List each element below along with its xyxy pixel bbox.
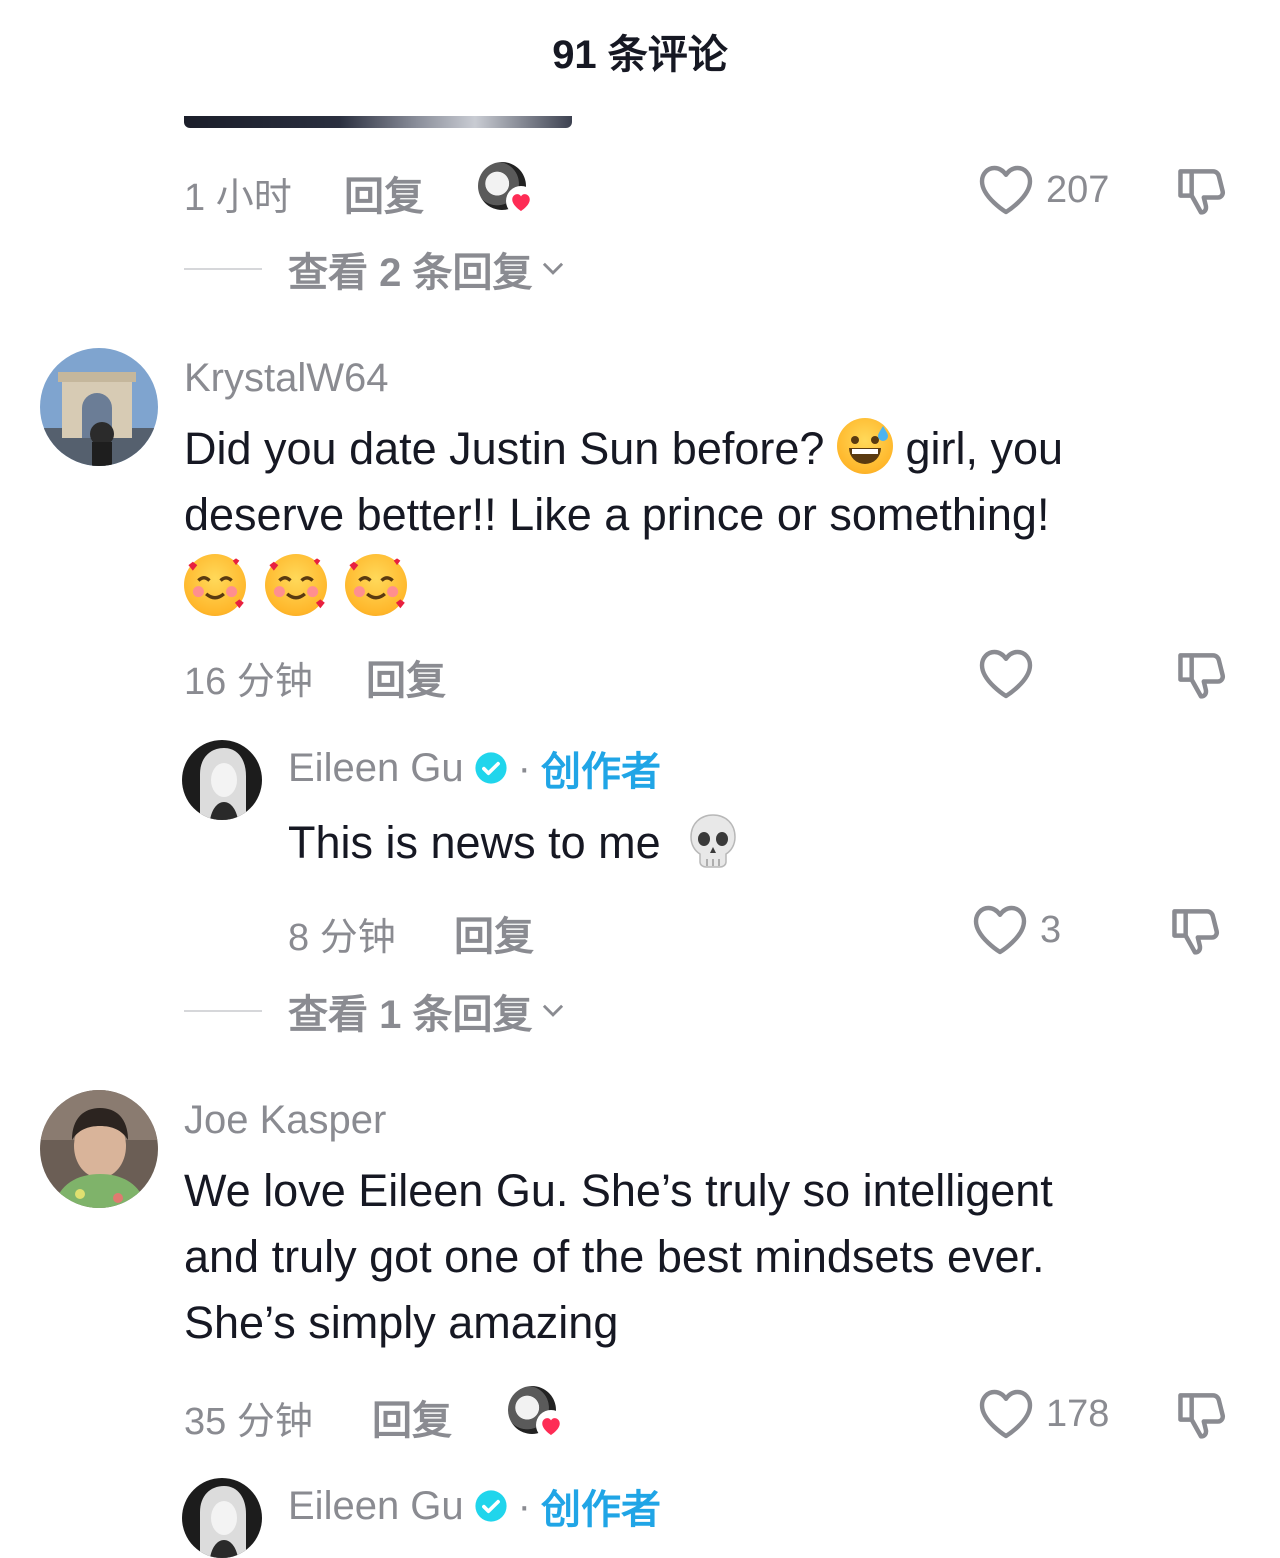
comment-meta: 16 分钟 回复 <box>0 644 1280 704</box>
reply-time: 8 分钟 <box>288 917 396 959</box>
comment-username[interactable]: KrystalW64 <box>184 356 389 401</box>
like-count: 207 <box>1046 168 1110 211</box>
reply-username[interactable]: Eileen Gu <box>288 746 464 791</box>
avatar[interactable] <box>40 1090 158 1208</box>
thumbs-down-icon[interactable] <box>1166 902 1224 958</box>
comment-text-line: girl, you <box>905 423 1064 474</box>
comments-panel: 91 条评论 1 小时 回复 207 查看 2 条回复 KrystalW64 D… <box>0 0 1280 1558</box>
verified-badge-icon <box>475 1490 507 1522</box>
avatar[interactable] <box>182 740 262 820</box>
top-comment-meta: 1 小时 回复 207 <box>0 160 1280 220</box>
comment-text: Did you date Justin Sun before? girl, yo… <box>184 416 1244 624</box>
comment-text-line: and truly got one of the best mindsets e… <box>184 1231 1045 1282</box>
reply-button[interactable]: 回复 <box>344 164 424 222</box>
thumbs-down-icon[interactable] <box>1172 1386 1230 1442</box>
reply-text-line: This is news to me <box>288 817 661 868</box>
heart-outline-icon <box>979 165 1033 215</box>
comment-text: We love Eileen Gu. She’s truly so intell… <box>184 1158 1244 1356</box>
thumbs-down-icon[interactable] <box>1172 162 1230 218</box>
heart-filled-icon <box>536 1410 566 1440</box>
avatar[interactable] <box>182 1478 262 1558</box>
avatar-image <box>182 1478 262 1558</box>
verified-badge-icon <box>475 752 507 784</box>
view-replies-button[interactable]: 查看 1 条回复 <box>184 986 566 1037</box>
avatar-image <box>40 348 158 466</box>
like-button[interactable] <box>978 644 1046 704</box>
reply-button[interactable]: 回复 <box>366 648 446 706</box>
grinning-sweat-emoji-icon <box>836 418 893 474</box>
creator-liked-avatar <box>478 162 536 216</box>
avatar-image <box>40 1090 158 1208</box>
like-button[interactable]: 178 <box>978 1384 1109 1444</box>
thumbs-down-icon[interactable] <box>1172 646 1230 702</box>
heart-outline-icon <box>973 905 1027 955</box>
divider <box>184 1010 262 1012</box>
media-preview-strip[interactable] <box>184 116 572 128</box>
smiling-hearts-emoji-icon <box>184 554 246 616</box>
reply-button[interactable]: 回复 <box>454 904 534 962</box>
view-replies-button[interactable]: 查看 2 条回复 <box>184 244 566 295</box>
comment-meta: 35 分钟 回复 178 <box>0 1384 1280 1444</box>
avatar[interactable] <box>40 348 158 466</box>
like-count: 3 <box>1040 908 1062 951</box>
chevron-down-icon <box>543 1004 564 1017</box>
chevron-down-icon <box>543 262 564 275</box>
reply-button[interactable]: 回复 <box>372 1388 452 1446</box>
like-button[interactable]: 3 <box>972 900 1061 960</box>
reply-meta: 8 分钟 回复 3 <box>0 900 1280 960</box>
view-replies-label: 查看 1 条回复 <box>288 993 533 1037</box>
divider <box>184 268 262 270</box>
like-button[interactable]: 207 <box>978 160 1109 220</box>
comment-text-line: deserve better!! Like a prince or someth… <box>184 489 1050 540</box>
comment-text-line: Did you date Justin Sun before? <box>184 423 825 474</box>
comment-username[interactable]: Joe Kasper <box>184 1098 386 1143</box>
comment-time: 35 分钟 <box>184 1401 313 1443</box>
creator-liked-avatar <box>508 1386 566 1440</box>
comment-count-title: 91 条评论 <box>552 33 728 77</box>
heart-outline-icon <box>979 649 1033 699</box>
heart-filled-icon <box>506 186 536 216</box>
avatar-image <box>182 740 262 820</box>
separator-dot: · <box>517 745 531 790</box>
reply-author-line: Eileen Gu · 创作者 <box>288 740 661 796</box>
creator-badge: 创作者 <box>541 750 661 794</box>
reply-username[interactable]: Eileen Gu <box>288 1484 464 1529</box>
comment-text-line: We love Eileen Gu. She’s truly so intell… <box>184 1165 1053 1216</box>
comment-time: 16 分钟 <box>184 661 313 703</box>
heart-outline-icon <box>979 1389 1033 1439</box>
like-count: 178 <box>1046 1392 1110 1435</box>
comment-time: 1 小时 <box>184 177 292 219</box>
creator-badge: 创作者 <box>541 1488 661 1532</box>
view-replies-label: 查看 2 条回复 <box>288 251 533 295</box>
reply-text: This is news to me <box>288 810 739 876</box>
smiling-hearts-emoji-icon <box>345 554 408 616</box>
skull-emoji-icon <box>687 812 739 870</box>
smiling-hearts-emoji-icon <box>264 554 327 616</box>
comment-text-line: She’s simply amazing <box>184 1297 619 1348</box>
reply-author-line: Eileen Gu · 创作者 <box>288 1478 661 1534</box>
separator-dot: · <box>517 1483 531 1528</box>
